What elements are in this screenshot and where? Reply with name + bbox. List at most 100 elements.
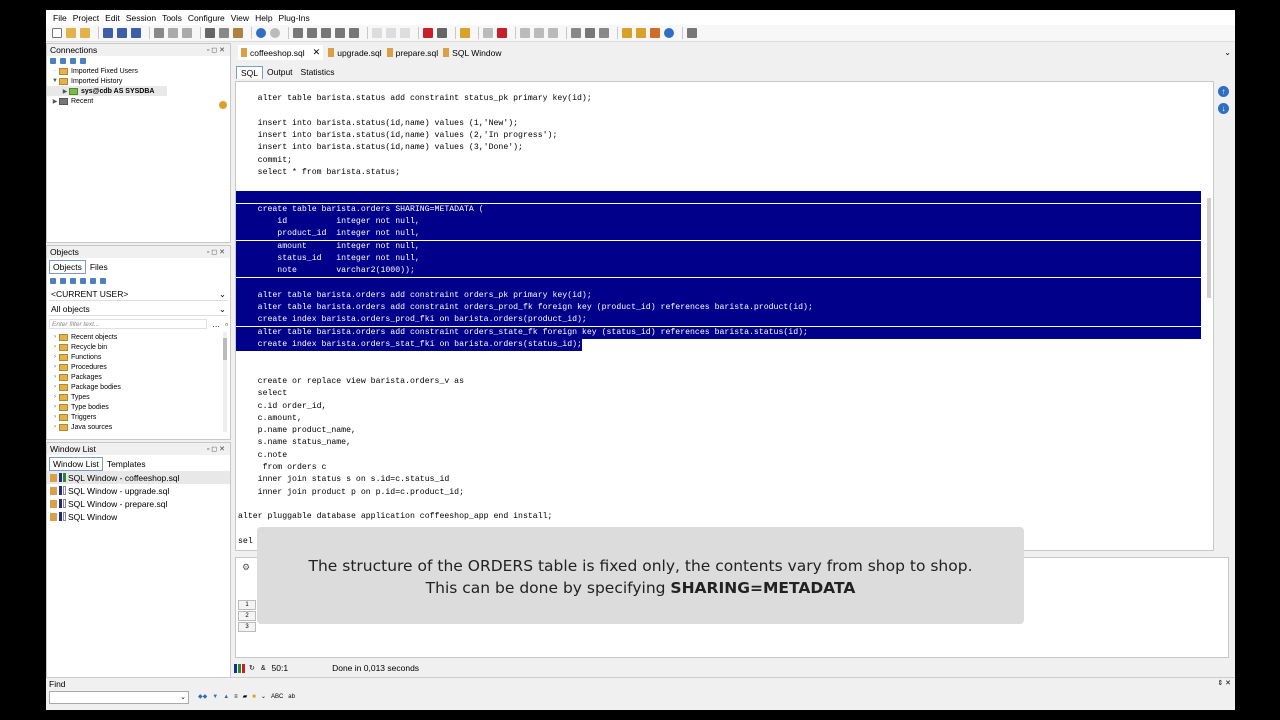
chevron-right-icon[interactable]: › <box>51 354 59 360</box>
chevron-down-icon[interactable]: ⌄ <box>180 693 186 701</box>
chevron-right-icon[interactable]: › <box>51 344 59 350</box>
clock-icon[interactable] <box>664 28 674 38</box>
code-line[interactable] <box>236 105 238 117</box>
chevron-right-icon[interactable]: › <box>51 374 59 380</box>
explain-icon[interactable] <box>548 28 558 38</box>
tab-output[interactable]: Output <box>263 66 297 78</box>
code-line[interactable] <box>236 499 238 511</box>
grid-row-header[interactable]: 1 <box>238 600 256 610</box>
open-icon[interactable] <box>80 28 90 38</box>
sql-editor[interactable]: alter table barista.status add constrain… <box>235 81 1214 551</box>
tree-item[interactable]: › Procedures <box>47 362 230 372</box>
chevron-right-icon[interactable]: › <box>51 334 59 340</box>
folder-icon[interactable]: ■ <box>252 694 256 700</box>
macro-icon[interactable] <box>636 28 646 38</box>
plugin-icon[interactable] <box>650 28 660 38</box>
code-line[interactable]: alter table barista.orders add constrain… <box>236 302 1201 315</box>
tree-item[interactable]: › Packages <box>47 372 230 382</box>
code-line[interactable]: create or replace view barista.orders_v … <box>236 376 464 388</box>
filter-icon[interactable] <box>90 278 96 284</box>
grid-row-header[interactable]: 3 <box>238 622 256 632</box>
page-icon[interactable]: ▫ <box>225 320 228 329</box>
close-icon[interactable]: ✕ <box>313 47 321 58</box>
copy-icon[interactable] <box>219 28 229 38</box>
chevron-right-icon[interactable]: · <box>51 68 59 74</box>
new-icon[interactable] <box>52 28 62 38</box>
tree-scroll-thumb[interactable] <box>223 338 227 360</box>
cut-icon[interactable] <box>205 28 215 38</box>
forward-icon[interactable] <box>270 28 280 38</box>
tree-item[interactable]: › Java sources <box>47 422 230 432</box>
code-line[interactable] <box>236 277 1201 290</box>
pane-controls-icon[interactable]: ▫◻✕ <box>207 248 227 256</box>
chevron-right-icon[interactable]: › <box>51 364 59 370</box>
code-line[interactable]: create table barista.orders SHARING=META… <box>236 203 1201 216</box>
code-line[interactable]: s.name status_name, <box>236 437 351 449</box>
tree-item[interactable]: › Triggers <box>47 412 230 422</box>
save-as-icon[interactable] <box>117 28 127 38</box>
tab-sql[interactable]: SQL <box>236 65 264 79</box>
print-icon[interactable] <box>154 28 164 38</box>
chevron-right-icon[interactable]: ▶ <box>51 98 59 105</box>
code-line[interactable]: p.name product_name, <box>236 425 356 437</box>
code-line[interactable]: insert into barista.status(id,name) valu… <box>236 130 558 142</box>
tree-item[interactable]: › Recent objects <box>47 332 230 342</box>
chevron-down-icon[interactable]: ⌄ <box>261 693 266 700</box>
commit-icon[interactable] <box>520 28 530 38</box>
tab-window-list[interactable]: Window List <box>49 457 103 471</box>
add-icon[interactable] <box>60 58 66 64</box>
tab-coffeeshop-sql[interactable]: coffeeshop.sql ✕ <box>238 45 324 60</box>
refresh-icon[interactable] <box>50 58 56 64</box>
code-line[interactable]: create index barista.orders_stat_fki on … <box>236 339 582 351</box>
navigate-icon[interactable] <box>256 28 266 38</box>
more-icon[interactable]: … <box>212 320 220 329</box>
rollback-icon[interactable] <box>534 28 544 38</box>
settings-icon[interactable] <box>687 28 697 38</box>
save-all-icon[interactable] <box>131 28 141 38</box>
menu-tools[interactable]: Tools <box>162 13 182 23</box>
code-line[interactable]: commit; <box>236 155 292 167</box>
code-line[interactable]: from orders c <box>236 462 327 474</box>
settings-icon[interactable]: ⚙ <box>242 562 250 573</box>
chevron-down-icon[interactable]: ▼ <box>51 78 59 84</box>
refresh-icon[interactable] <box>50 278 56 284</box>
chevron-right-icon[interactable]: › <box>51 404 59 410</box>
code-line[interactable]: select * from barista.status; <box>236 167 401 179</box>
export-icon[interactable] <box>599 28 609 38</box>
code-line[interactable]: insert into barista.status(id,name) valu… <box>236 118 518 130</box>
chevron-right-icon[interactable]: › <box>51 424 59 430</box>
highlight-icon[interactable]: ≡ <box>234 694 238 700</box>
chevron-down-icon[interactable]: ⌄ <box>1224 48 1231 57</box>
filter-input[interactable]: Enter filter text... <box>49 319 207 329</box>
tree-item[interactable]: · Imported Fixed Users <box>47 66 230 76</box>
code-line[interactable]: alter table barista.status add constrain… <box>236 93 592 105</box>
pane-controls-icon[interactable]: ▫◻✕ <box>207 445 227 453</box>
tree-item-active-connection[interactable]: ▶ sys@cdb AS SYSDBA <box>47 86 167 96</box>
bookmark-icon[interactable] <box>622 28 632 38</box>
binoculars-icon[interactable]: ◆◆ <box>198 693 207 700</box>
menu-help[interactable]: Help <box>255 13 272 23</box>
find-prev-icon[interactable]: ▲ <box>223 694 229 700</box>
find-icon[interactable] <box>293 28 303 38</box>
tree-scrollbar[interactable] <box>223 332 227 432</box>
match-case-icon[interactable]: ABC <box>271 694 283 700</box>
pane-controls-icon[interactable]: ⇕ ✕ <box>1217 679 1231 687</box>
editor-scroll-thumb[interactable] <box>1207 198 1211 298</box>
find-next-icon[interactable]: ▼ <box>212 694 218 700</box>
code-line[interactable] <box>236 364 238 376</box>
chevron-right-icon[interactable]: › <box>51 414 59 420</box>
menu-edit[interactable]: Edit <box>105 13 120 23</box>
grid-row-header[interactable]: 2 <box>238 611 256 621</box>
user-select[interactable]: <CURRENT USER> ⌄ <box>49 288 228 301</box>
menu-project[interactable]: Project <box>73 13 99 23</box>
tree-item[interactable]: ▼ Imported History <box>47 76 230 86</box>
window-list-item[interactable]: SQL Window - coffeeshop.sql <box>47 471 230 484</box>
tab-sql-window[interactable]: SQL Window <box>443 48 501 58</box>
code-line[interactable] <box>236 351 238 363</box>
editor-scrollbar[interactable] <box>1205 83 1213 551</box>
tab-files[interactable]: Files <box>86 260 112 274</box>
pane-controls-icon[interactable]: ▫◻✕ <box>207 46 227 54</box>
window-icon[interactable] <box>372 28 382 38</box>
tab-templates[interactable]: Templates <box>103 457 150 471</box>
code-line[interactable]: product_id integer not null, <box>236 228 1201 241</box>
